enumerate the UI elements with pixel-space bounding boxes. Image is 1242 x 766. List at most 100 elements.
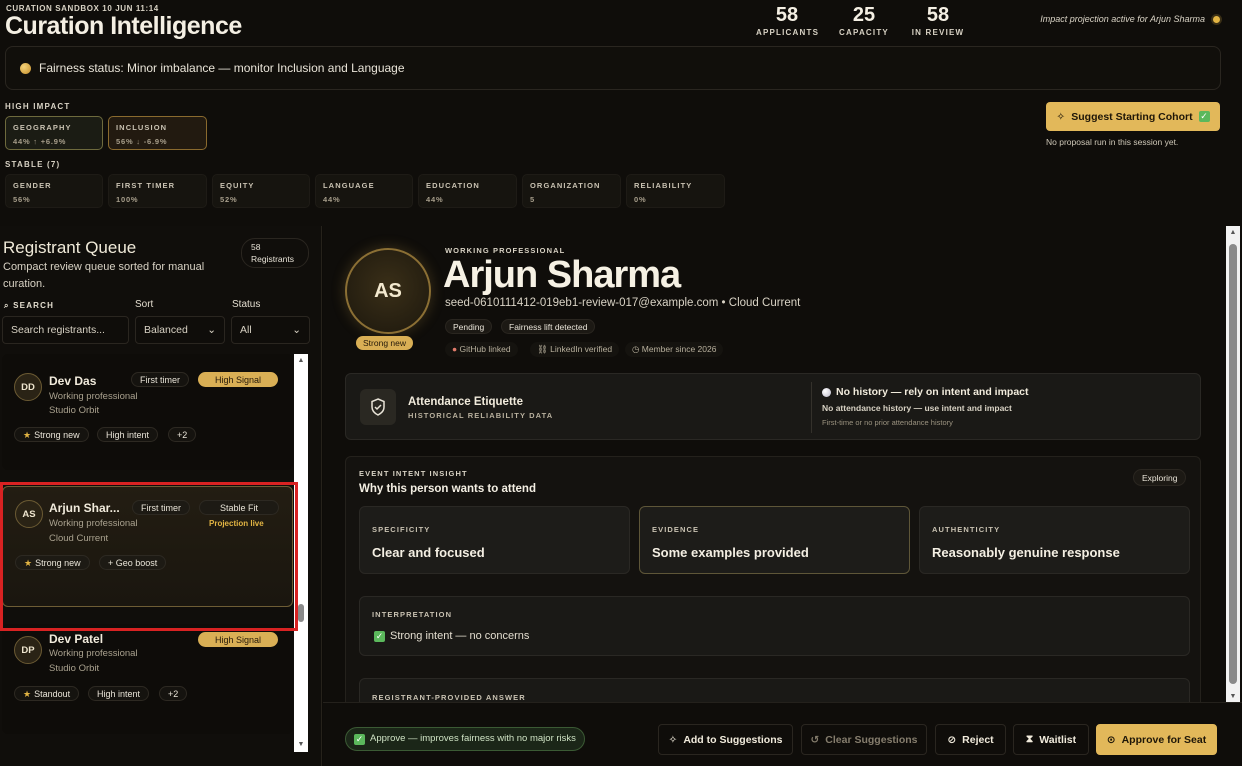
queue-subtitle: Compact review queue sorted for manual c… [3, 261, 205, 290]
scroll-thumb[interactable] [298, 604, 304, 622]
scroll-up-icon[interactable]: ▲ [296, 356, 306, 366]
detail-scrollbar[interactable]: ▲ ▼ [1226, 226, 1240, 704]
registrant-list: DD Dev Das Working professional Studio O… [2, 354, 294, 754]
signal-badge: High Signal [198, 372, 278, 387]
metric-equity[interactable]: EQUITY 52% [212, 174, 310, 208]
pending-badge: Pending [445, 319, 493, 334]
metric-organization[interactable]: ORGANIZATION 5 [522, 174, 621, 208]
stable-label: STABLE (7) [5, 160, 61, 169]
metric-language[interactable]: LANGUAGE 44% [315, 174, 413, 208]
sort-select[interactable]: Balanced ⌄ [135, 316, 225, 344]
queue-title: Registrant Queue [3, 238, 137, 257]
attendance-subtitle: HISTORICAL RELIABILITY DATA [408, 411, 554, 420]
fit-badge: Stable Fit [199, 500, 279, 515]
undo-icon: ↺ [810, 733, 820, 746]
list-item[interactable]: DD Dev Das Working professional Studio O… [2, 354, 293, 470]
attendance-note: First-time or no prior attendance histor… [822, 418, 953, 427]
first-timer-badge: First timer [132, 500, 190, 515]
tag-strong-new: ★ Strong new [15, 555, 90, 570]
divider [811, 382, 812, 433]
registrant-name: Dev Patel [49, 632, 104, 646]
profile-avatar: AS [345, 248, 431, 334]
registrant-role: Working professional [49, 518, 138, 529]
waitlist-button[interactable]: ⧗ Waitlist [1013, 724, 1089, 755]
search-icon: ⌕ [4, 301, 10, 310]
profile-name: Arjun Sharma [443, 254, 681, 296]
reject-button[interactable]: ⊘ Reject [935, 724, 1006, 755]
registrant-count-badge: 58 Registrants [241, 238, 309, 268]
approve-for-seat-button[interactable]: ⊙ Approve for Seat [1096, 724, 1217, 755]
status-label: Status [232, 299, 261, 310]
chevron-down-icon: ⌄ [292, 324, 301, 336]
scroll-down-icon[interactable]: ▼ [296, 740, 306, 750]
scroll-up-icon[interactable]: ▲ [1228, 228, 1238, 238]
scroll-thumb[interactable] [1229, 244, 1237, 684]
sparkle-icon: ✧ [1056, 110, 1066, 123]
metric-gender[interactable]: GENDER 56% [5, 174, 103, 208]
star-icon: ★ [23, 689, 32, 699]
hourglass-icon: ⧗ [1025, 733, 1034, 745]
metric-reliability[interactable]: RELIABILITY 0% [626, 174, 725, 208]
star-icon: ★ [23, 430, 32, 440]
clock-icon: ◷ [632, 344, 640, 354]
github-link[interactable]: ● GitHub linked [445, 342, 518, 357]
check-icon: ✓ [1198, 111, 1210, 122]
fairness-banner: Fairness status: Minor imbalance — monit… [5, 46, 1221, 90]
list-item-selected[interactable]: AS Arjun Shar... Working professional Cl… [2, 486, 293, 607]
metric-education[interactable]: EDUCATION 44% [418, 174, 517, 208]
block-icon: ⊘ [947, 733, 957, 746]
registrant-queue-panel: Registrant Queue Compact review queue so… [0, 226, 322, 766]
tag-more: +2 [159, 686, 188, 701]
github-icon: ● [452, 344, 458, 354]
scroll-down-icon[interactable]: ▼ [1228, 692, 1238, 702]
queue-scrollbar[interactable]: ▲ ▼ [294, 354, 308, 752]
projection-live-label: Projection live [209, 519, 264, 528]
avatar: AS [15, 500, 43, 528]
tag-strong-new: ★ Strong new [14, 427, 89, 442]
search-input[interactable]: Search registrants... [2, 316, 129, 344]
chevron-down-icon: ⌄ [207, 324, 216, 336]
metric-inclusion[interactable]: INCLUSION 56% ↓ -6.9% [108, 116, 207, 150]
app-title: Curation Intelligence [5, 12, 242, 40]
interpretation-card: INTERPRETATION ✓ Strong intent — no conc… [359, 596, 1190, 656]
clear-suggestions-button[interactable]: ↺ Clear Suggestions [801, 724, 927, 755]
action-bar: ✓ Approve — improves fairness with no ma… [323, 702, 1242, 766]
add-to-suggestions-button[interactable]: ✧ Add to Suggestions [658, 724, 793, 755]
check-icon: ✓ [374, 630, 385, 642]
registrant-org: Cloud Current [49, 533, 109, 544]
fairness-lift-badge: Fairness lift detected [501, 319, 596, 334]
metric-first-timer[interactable]: FIRST TIMER 100% [108, 174, 207, 208]
high-impact-label: HIGH IMPACT [5, 102, 71, 111]
linkedin-link[interactable]: ⛓ LinkedIn verified [530, 342, 620, 357]
sparkle-icon: ✧ [668, 733, 678, 746]
strong-new-badge: Strong new [356, 336, 413, 350]
attendance-status: No history — rely on intent and impact [822, 386, 1029, 398]
signal-badge: High Signal [198, 632, 278, 647]
attendance-title: Attendance Etiquette [408, 396, 524, 408]
shield-icon [360, 389, 396, 425]
specificity-card: SPECIFICITY Clear and focused [359, 506, 630, 574]
tag-standout: ★ Standout [14, 686, 80, 701]
registrant-org: Studio Orbit [49, 663, 100, 674]
intent-title: Why this person wants to attend [359, 483, 536, 495]
attendance-card: Attendance Etiquette HISTORICAL RELIABIL… [345, 373, 1201, 440]
intent-tag: EVENT INTENT INSIGHT [359, 469, 468, 478]
list-item[interactable]: DP Dev Patel Working professional Studio… [2, 624, 293, 734]
stat-in-review: 58 IN REVIEW [911, 4, 965, 37]
stat-capacity: 25 CAPACITY [839, 4, 889, 37]
metric-geography[interactable]: GEOGRAPHY 44% ↑ +6.9% [5, 116, 103, 150]
top-header: CURATION SANDBOX 10 JUN 11:14 Curation I… [0, 0, 1242, 226]
authenticity-card: AUTHENTICITY Reasonably genuine response [919, 506, 1190, 574]
fairness-dot-icon [20, 62, 31, 74]
tag-more: +2 [168, 427, 197, 442]
avatar: DP [14, 636, 42, 664]
registrant-detail-panel: AS Strong new WORKING PROFESSIONAL Arjun… [323, 226, 1242, 766]
status-select[interactable]: All ⌄ [231, 316, 310, 344]
status-dot-icon [822, 387, 831, 397]
registrant-role: Working professional [49, 648, 138, 659]
check-circle-icon: ⊙ [1106, 733, 1116, 746]
suggest-cohort-button[interactable]: ✧ Suggest Starting Cohort ✓ [1046, 102, 1220, 131]
registrant-org: Studio Orbit [49, 405, 100, 416]
tag-high-intent: High intent [97, 427, 159, 442]
tag-high-intent: High intent [88, 686, 150, 701]
